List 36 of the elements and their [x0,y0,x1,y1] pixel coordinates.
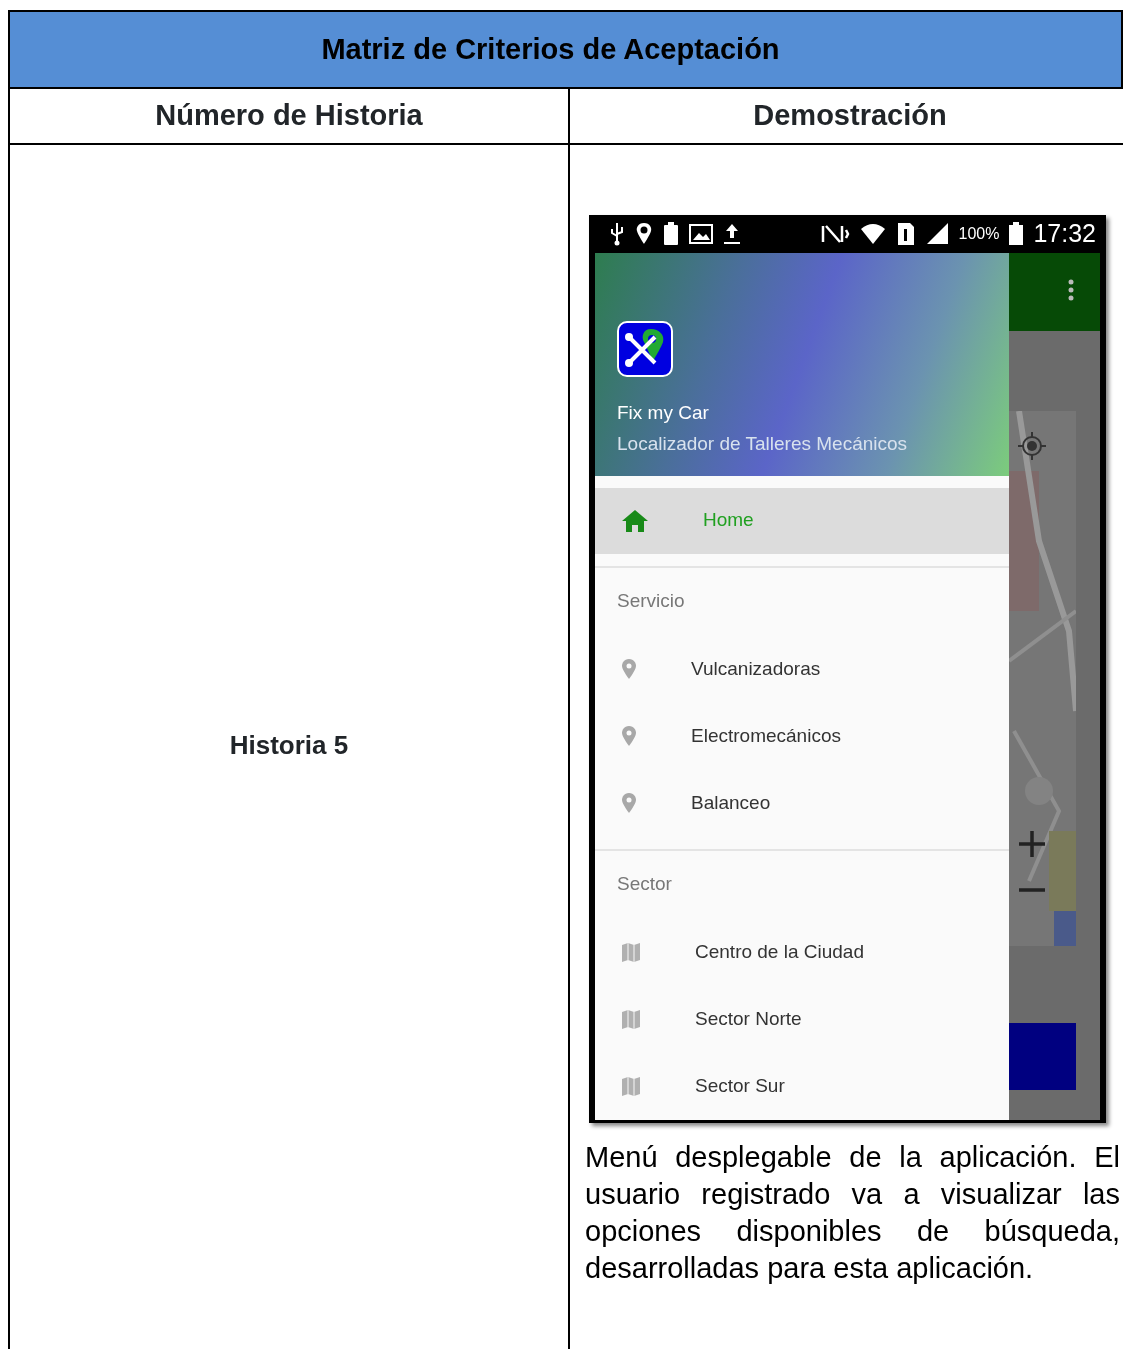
menu-item[interactable]: Electromecánicos [595,702,1009,770]
pin-icon [621,725,637,747]
menu-item[interactable]: Balanceo [595,769,1009,837]
pin-icon [621,658,637,680]
story-label: Historia 5 [229,728,349,762]
menu-item[interactable]: Sector Norte [595,985,1009,1053]
sim-icon [895,221,916,246]
battery-icon [1009,222,1024,246]
app-subtitle: Localizador de Talleres Mecánicos [617,432,909,456]
battery-percent: 100% [958,223,1000,244]
app-logo-icon [617,320,673,377]
table-title: Matriz de Criterios de Aceptación [321,31,780,67]
zoom-in-icon [1019,830,1045,857]
status-time: 17:32 [1033,218,1096,249]
battery-icon [663,222,679,246]
usb-icon [609,220,625,247]
menu-item[interactable]: Vulcanizadoras [595,635,1009,703]
upload-icon [723,222,741,245]
caption-text: Menú desplegable de la aplicación. El usuario registrado va a visualizar las opciones disponibles de búsqueda, desarrolladas para esta aplicación. [585,1140,1120,1286]
map-icon [621,1075,641,1097]
pin-icon [621,792,637,814]
home-icon [621,508,649,533]
menu-item[interactable]: Centro de la Ciudad [595,918,1009,986]
wifi-icon [859,221,886,246]
image-icon [689,223,713,244]
location-icon [635,222,653,246]
locate-icon [1017,430,1047,461]
map-icon [621,941,641,963]
menu-item[interactable]: Sector Sur [595,1052,1009,1120]
signal-icon [925,222,949,246]
more-options-icon [1068,278,1074,301]
app-name: Fix my Car [617,400,710,425]
zoom-out-icon [1019,885,1045,894]
column-header: Número de Historia [10,89,570,143]
map-icon [621,1008,641,1030]
column-header: Demostración [752,98,948,134]
